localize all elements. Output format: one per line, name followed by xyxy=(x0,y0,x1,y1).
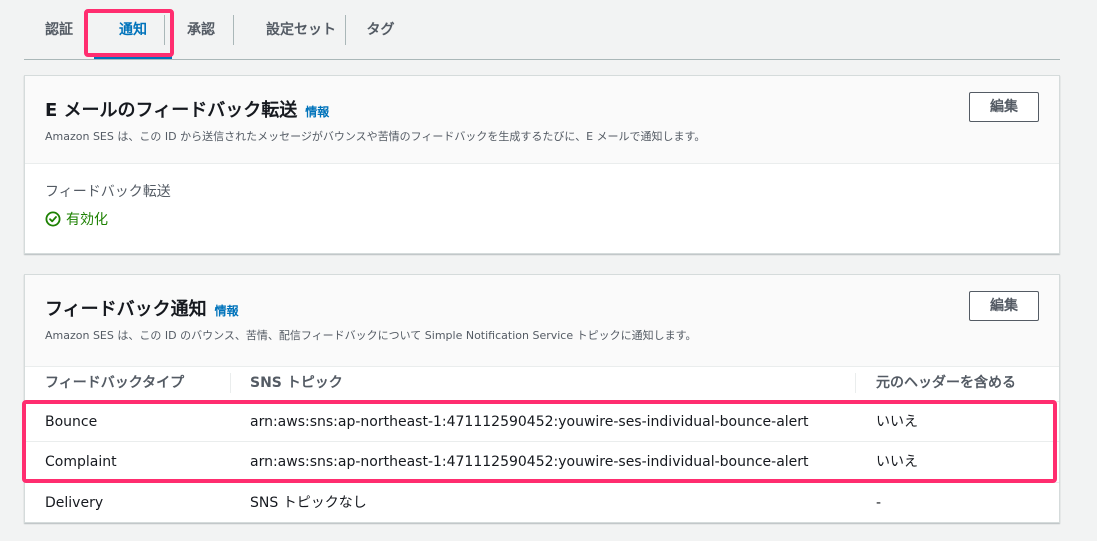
tab-tags[interactable]: タグ xyxy=(358,10,403,50)
tab-divider xyxy=(233,15,234,45)
table-row: Complaint arn:aws:sns:ap-northeast-1:471… xyxy=(25,441,1059,481)
check-circle-icon xyxy=(45,211,61,227)
edit-button[interactable]: 編集 xyxy=(969,291,1039,321)
column-divider xyxy=(230,373,231,393)
edit-button[interactable]: 編集 xyxy=(969,92,1039,122)
feedback-forwarding-label: フィードバック転送 xyxy=(45,184,171,200)
feedback-type-cell: Bounce xyxy=(45,414,98,430)
include-headers-cell: いいえ xyxy=(876,454,918,470)
table-row: Bounce arn:aws:sns:ap-northeast-1:471112… xyxy=(25,401,1059,441)
panel-title-text: フィードバック通知 xyxy=(45,299,207,320)
panel-title: E メールのフィードバック転送 情報 xyxy=(45,96,329,122)
feedback-forwarding-status: 有効化 xyxy=(45,209,108,229)
include-headers-cell: - xyxy=(876,495,882,511)
panel-header: フィードバック通知 情報 Amazon SES は、この ID のバウンス、苦情、… xyxy=(25,275,1059,367)
sns-topic-cell: arn:aws:sns:ap-northeast-1:471112590452:… xyxy=(250,414,809,430)
panel-description: Amazon SES は、この ID のバウンス、苦情、配信フィードバックについ… xyxy=(45,329,697,342)
tab-divider xyxy=(345,15,346,45)
status-text: 有効化 xyxy=(66,212,108,228)
email-feedback-panel: E メールのフィードバック転送 情報 Amazon SES は、この ID から送… xyxy=(24,75,1060,254)
feedback-type-cell: Delivery xyxy=(45,495,104,511)
table-row: Delivery SNS トピックなし - xyxy=(25,482,1059,522)
tab-bar: 認証 通知 承認 設定セット タグ xyxy=(24,0,1060,60)
feedback-type-cell: Complaint xyxy=(45,454,117,470)
table-header: フィードバックタイプ SNS トピック 元のヘッダーを含める xyxy=(25,367,1059,399)
include-headers-cell: いいえ xyxy=(876,414,918,430)
info-link[interactable]: 情報 xyxy=(305,105,329,119)
column-header-feedback-type[interactable]: フィードバックタイプ xyxy=(45,367,184,399)
tab-highlight-box xyxy=(84,9,174,57)
column-header-sns-topic[interactable]: SNS トピック xyxy=(250,367,343,399)
panel-title: フィードバック通知 情報 xyxy=(45,295,239,321)
panel-header: E メールのフィードバック転送 情報 Amazon SES は、この ID から送… xyxy=(25,76,1059,164)
sns-topic-cell: SNS トピックなし xyxy=(250,495,367,511)
tab-configuration-sets[interactable]: 設定セット xyxy=(246,10,356,50)
tab-authorization[interactable]: 承認 xyxy=(176,10,226,50)
column-header-include-headers[interactable]: 元のヘッダーを含める xyxy=(876,367,1016,399)
feedback-notifications-panel: フィードバック通知 情報 Amazon SES は、この ID のバウンス、苦情、… xyxy=(24,274,1060,523)
tab-authentication[interactable]: 認証 xyxy=(34,10,84,50)
panel-title-text: E メールのフィードバック転送 xyxy=(45,100,298,121)
panel-description: Amazon SES は、この ID から送信されたメッセージがバウンスや苦情の… xyxy=(45,130,706,143)
sns-topic-cell: arn:aws:sns:ap-northeast-1:471112590452:… xyxy=(250,454,809,470)
info-link[interactable]: 情報 xyxy=(215,304,239,318)
column-divider xyxy=(855,373,856,393)
